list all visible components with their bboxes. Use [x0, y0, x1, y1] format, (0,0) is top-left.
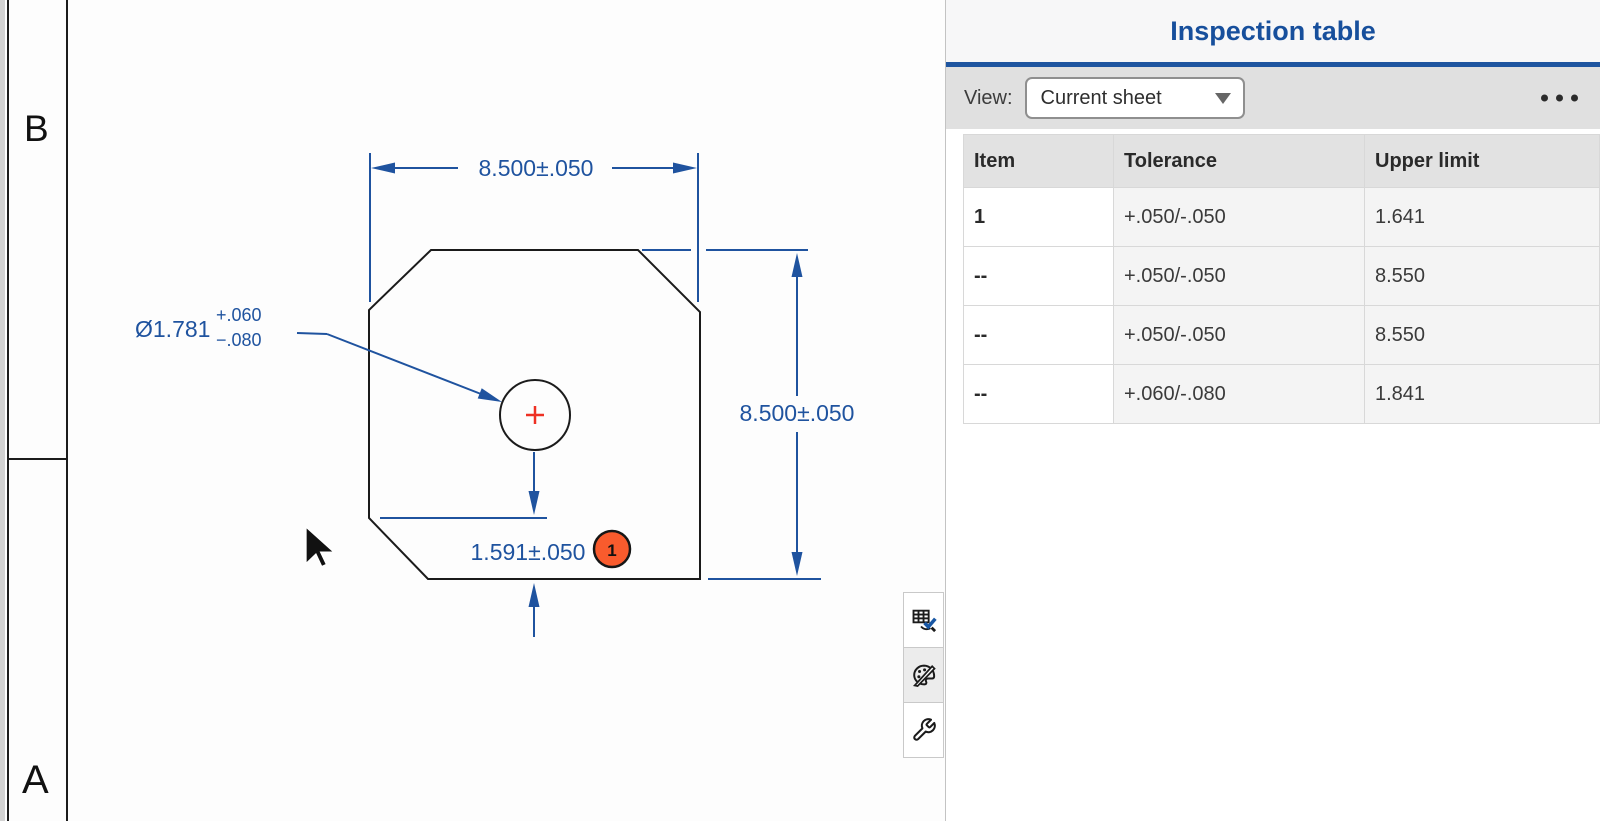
mouse-cursor-icon [306, 527, 334, 567]
column-header-item[interactable]: Item [964, 135, 1114, 188]
dimension-hole-tol-minus[interactable]: −.080 [216, 330, 262, 350]
dimension-hole-tol-plus[interactable]: +.060 [216, 305, 262, 325]
table-row[interactable]: 1 +.050/-.050 1.641 [964, 188, 1600, 247]
panel-title: Inspection table [1170, 16, 1376, 47]
dimension-height-text[interactable]: 8.500±.050 [740, 400, 855, 426]
cell-upper-limit[interactable]: 8.550 [1365, 306, 1600, 365]
dimension-hole-diameter-text[interactable]: Ø1.781 [135, 316, 210, 342]
cell-upper-limit[interactable]: 1.841 [1365, 365, 1600, 424]
view-dropdown-value: Current sheet [1041, 87, 1215, 110]
view-dropdown[interactable]: Current sheet [1025, 77, 1245, 119]
palette-brush-icon [910, 661, 938, 689]
dimension-hole-offset-text[interactable]: 1.591±.050 [471, 539, 586, 565]
tools-button[interactable] [903, 702, 944, 758]
inspection-balloon[interactable]: 1 [594, 531, 630, 567]
drawing-canvas[interactable]: B A 8.500±.050 [0, 0, 945, 821]
inspection-balloon-number: 1 [607, 541, 616, 560]
cell-item[interactable]: -- [964, 247, 1114, 306]
inspection-panel-header: Inspection table [946, 0, 1600, 67]
cell-tolerance[interactable]: +.050/-.050 [1114, 306, 1365, 365]
table-header-row: Item Tolerance Upper limit [964, 135, 1600, 188]
more-options-icon [1541, 95, 1548, 102]
hole-center-mark-icon [526, 406, 544, 424]
cell-tolerance[interactable]: +.050/-.050 [1114, 188, 1365, 247]
column-header-upper-limit[interactable]: Upper limit [1365, 135, 1600, 188]
table-row[interactable]: -- +.050/-.050 8.550 [964, 306, 1600, 365]
inspection-panel: Inspection table View: Current sheet Ite… [945, 0, 1600, 821]
cell-tolerance[interactable]: +.050/-.050 [1114, 247, 1365, 306]
part-drawing-svg: 8.500±.050 8.500±.050 1.591±.050 Ø1 [0, 0, 945, 821]
inspection-table-check-icon [910, 606, 938, 634]
wrench-icon [911, 717, 937, 743]
column-header-tolerance[interactable]: Tolerance [1114, 135, 1365, 188]
cell-item[interactable]: 1 [964, 188, 1114, 247]
more-options-button[interactable] [1541, 95, 1578, 102]
side-toolbar [903, 593, 944, 758]
cell-item[interactable]: -- [964, 306, 1114, 365]
dimension-hole-diameter[interactable] [297, 333, 502, 402]
inspection-panel-toolbar: View: Current sheet [946, 67, 1600, 129]
table-row[interactable]: -- +.050/-.050 8.550 [964, 247, 1600, 306]
inspection-table: Item Tolerance Upper limit 1 +.050/-.050… [963, 134, 1600, 424]
view-label: View: [964, 87, 1013, 110]
inspection-table-container: Item Tolerance Upper limit 1 +.050/-.050… [963, 134, 1600, 424]
cell-tolerance[interactable]: +.060/-.080 [1114, 365, 1365, 424]
cell-upper-limit[interactable]: 1.641 [1365, 188, 1600, 247]
cell-upper-limit[interactable]: 8.550 [1365, 247, 1600, 306]
dimension-width-text[interactable]: 8.500±.050 [479, 155, 594, 181]
appearance-tool-button[interactable] [903, 647, 944, 703]
chevron-down-icon [1215, 93, 1231, 104]
table-row[interactable]: -- +.060/-.080 1.841 [964, 365, 1600, 424]
inspection-table-tool-button[interactable] [903, 592, 944, 648]
cell-item[interactable]: -- [964, 365, 1114, 424]
